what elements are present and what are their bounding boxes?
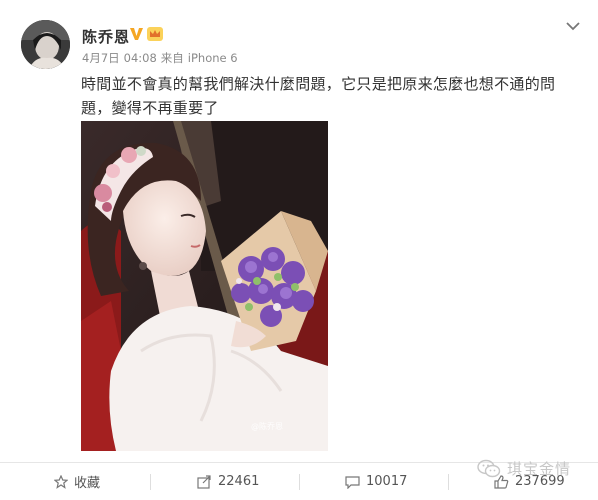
avatar[interactable] (21, 20, 70, 69)
divider (150, 474, 151, 490)
favorite-button[interactable]: 收藏 (54, 463, 100, 500)
photo-watermark: @陈乔恩 (251, 422, 283, 431)
post-date[interactable]: 4月7日 (82, 51, 120, 65)
weibo-post-card: 陈乔恩 4月7日 04:08 来自 iPhone 6 時間並不會真的幫我們解決什麼問題… (0, 0, 598, 462)
brand-text: 琪宝金情 (507, 460, 572, 478)
divider (299, 474, 300, 490)
avatar-image (21, 20, 70, 69)
brand-watermark: 琪宝金情 (477, 458, 571, 479)
post-text: 時間並不會真的幫我們解決什麼問題，它只是把原来怎麼也想不通的問題，變得不再重要了 (81, 75, 556, 117)
photo-image (81, 121, 328, 451)
chevron-down-icon[interactable] (565, 20, 581, 32)
vip-v-icon[interactable] (130, 27, 143, 41)
comment-icon (345, 475, 360, 489)
post-time[interactable]: 04:08 (124, 51, 157, 65)
star-icon (54, 474, 68, 489)
repost-count: 22461 (218, 474, 260, 489)
divider (448, 474, 449, 490)
source-device[interactable]: iPhone 6 (188, 51, 238, 65)
post-meta: 4月7日 04:08 来自 iPhone 6 (82, 50, 242, 66)
wechat-icon (477, 459, 501, 477)
favorite-label: 收藏 (74, 476, 101, 491)
repost-button[interactable]: 22461 (197, 463, 259, 500)
repost-icon (197, 474, 211, 489)
comment-count: 10017 (366, 474, 408, 489)
post-photo[interactable]: @陈乔恩 (81, 121, 328, 451)
crown-icon[interactable] (146, 26, 164, 42)
source-prefix: 来自 (160, 51, 184, 65)
comment-button[interactable]: 10017 (345, 463, 407, 500)
username[interactable]: 陈乔恩 (82, 26, 130, 47)
